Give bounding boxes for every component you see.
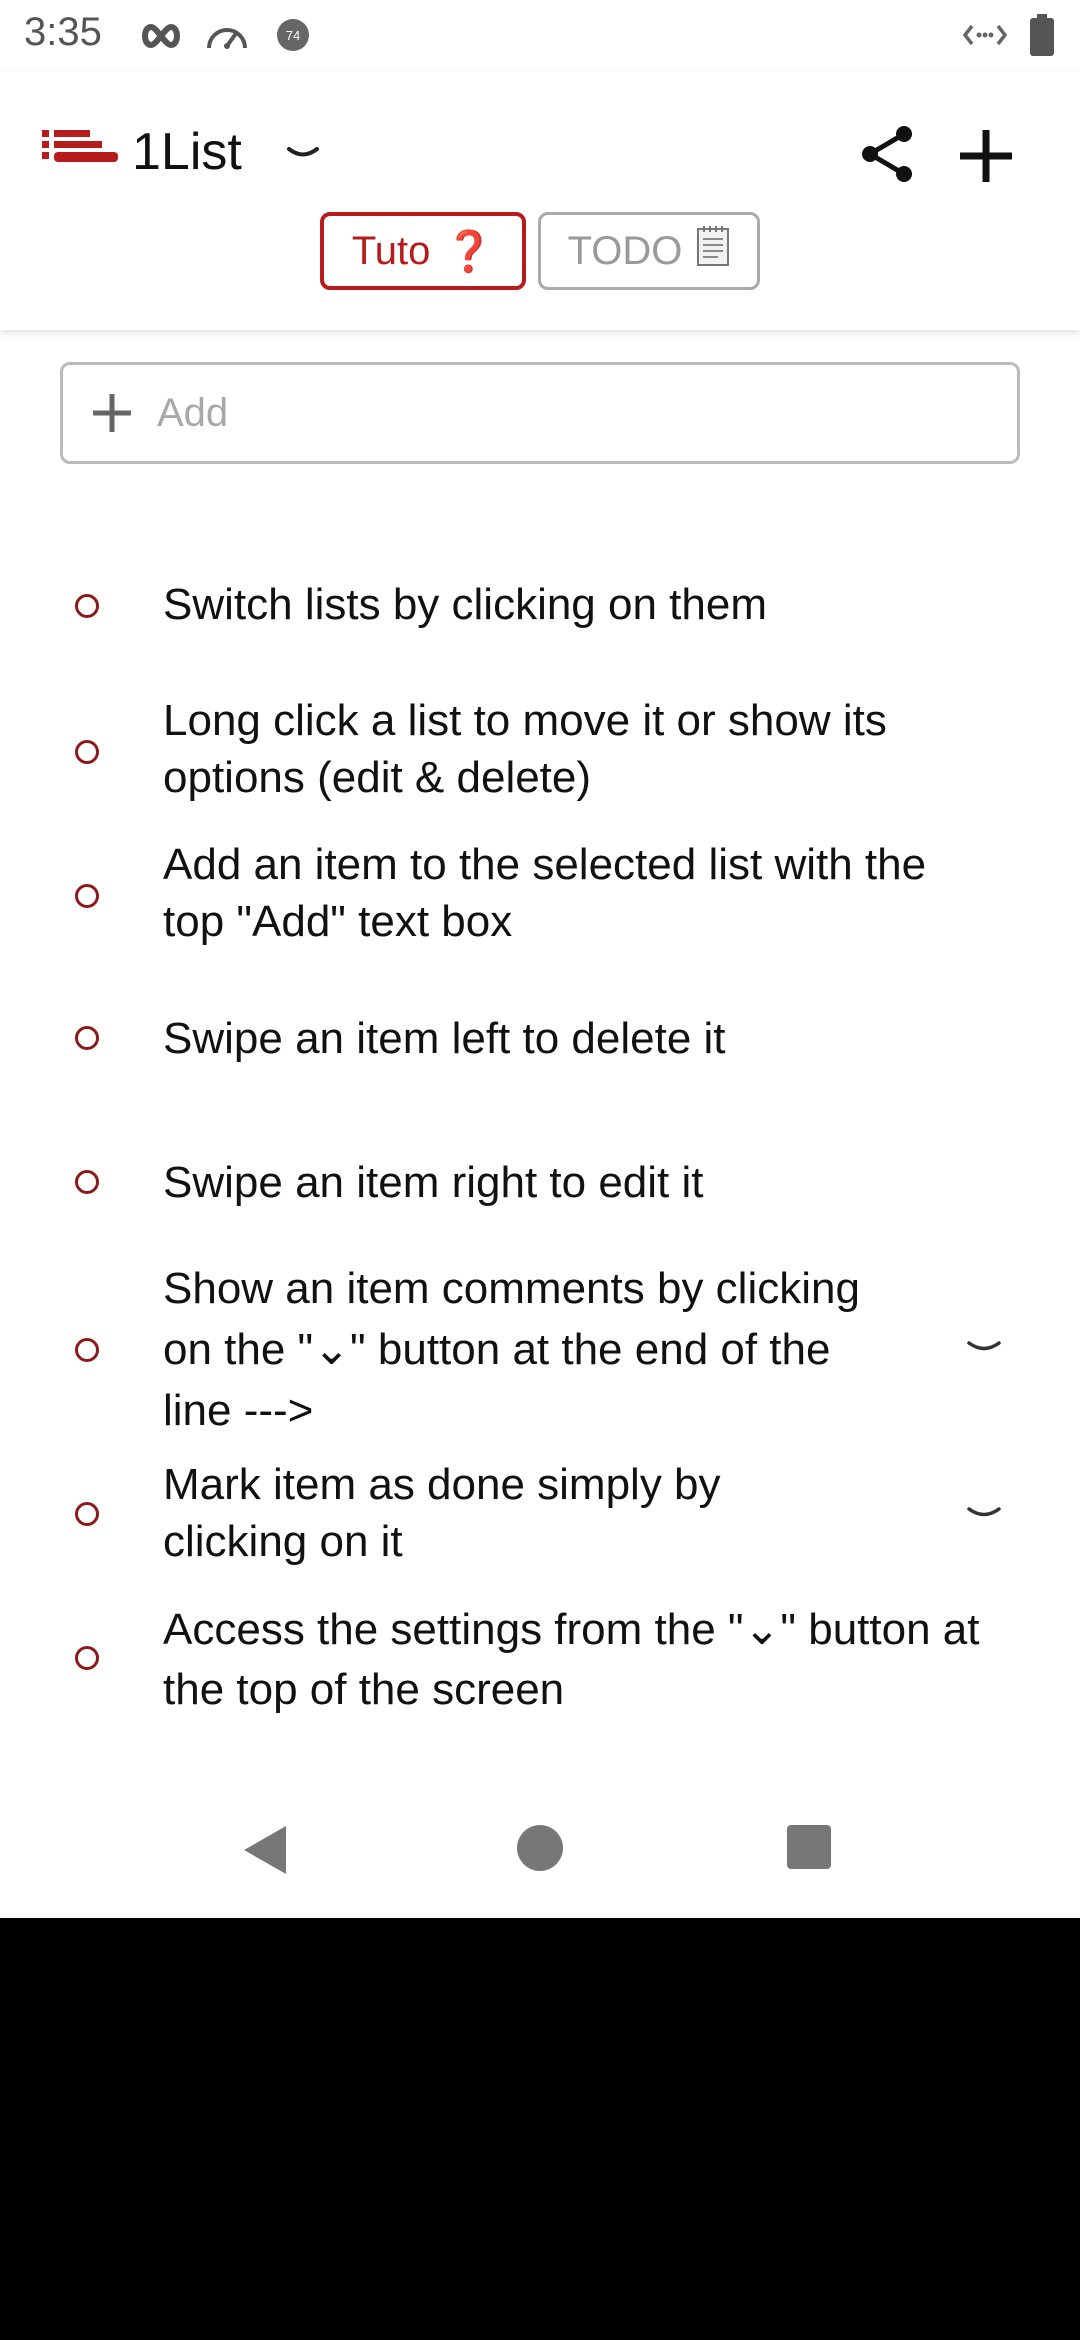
bullet-circle-icon[interactable] [75,1170,99,1194]
list-logo-icon[interactable] [42,130,118,170]
list-item[interactable]: Switch lists by clicking on them [0,576,1080,636]
list-chip-tuto[interactable]: Tuto ❓ [320,212,526,290]
back-icon[interactable] [242,1824,290,1876]
add-item-field[interactable] [60,362,1020,464]
list-item[interactable]: Access the settings from the "⌄" button … [0,1600,1080,1720]
item-text: Switch lists by clicking on them [163,580,767,629]
list-item[interactable]: Swipe an item right to edit it [0,1154,1080,1214]
item-text: Add an item to the selected list with th… [163,840,927,946]
item-text: Swipe an item right to edit it [163,1158,704,1207]
data-transfer-icon [962,24,1008,46]
list-item[interactable]: Swipe an item left to delete it [0,1010,1080,1070]
app-screen: 3:35 74 1List Tuto ❓ TODO Add Switch lis… [0,0,1080,1918]
recents-icon[interactable] [786,1824,832,1870]
status-time: 3:35 [24,10,102,54]
badge-number: 74 [286,28,300,43]
bullet-circle-icon[interactable] [75,1026,99,1050]
list-item[interactable]: Show an item comments by clicking on the… [0,1258,1080,1438]
add-item-input[interactable] [155,389,979,437]
item-text: Access the settings from the "⌄" button … [163,1605,980,1714]
chevron-down-icon[interactable] [286,144,320,164]
battery-icon [1030,14,1054,56]
bullet-circle-icon[interactable] [75,1502,99,1526]
bullet-circle-icon[interactable] [75,1338,99,1362]
plus-icon [93,394,131,432]
plus-icon[interactable] [952,122,1020,190]
app-bar: 1List Tuto ❓ TODO [0,72,1080,330]
bullet-circle-icon[interactable] [75,594,99,618]
list-item[interactable]: Add an item to the selected list with th… [0,836,1080,956]
infinity-icon [142,23,180,49]
bullet-circle-icon[interactable] [75,884,99,908]
app-title[interactable]: 1List [132,122,242,182]
list-item[interactable]: Mark item as done simply by clicking on … [0,1456,1080,1576]
home-icon[interactable] [516,1824,564,1872]
item-text: Mark item as done simply by clicking on … [163,1460,721,1566]
list-chip-label: TODO [567,228,683,273]
list-chip-label: Tuto [351,228,431,273]
question-mark-icon: ❓ [444,229,495,274]
comments-chevron-icon[interactable] [966,1504,1002,1524]
bullet-circle-icon[interactable] [75,1646,99,1670]
item-text: Swipe an item left to delete it [163,1014,726,1063]
system-nav-bar [0,1790,1080,1918]
comments-chevron-icon[interactable] [966,1338,1002,1358]
item-text: Show an item comments by clicking on the… [163,1264,860,1435]
speedometer-icon [207,28,247,49]
notification-badge-icon: 74 [277,19,309,51]
item-text: Long click a list to move it or show its… [163,696,887,802]
share-icon[interactable] [856,122,920,186]
bullet-circle-icon[interactable] [75,740,99,764]
notepad-icon [696,225,730,277]
status-bar: 3:35 74 [0,0,1080,72]
list-item[interactable]: Long click a list to move it or show its… [0,692,1080,812]
list-chip-todo[interactable]: TODO [538,212,760,290]
